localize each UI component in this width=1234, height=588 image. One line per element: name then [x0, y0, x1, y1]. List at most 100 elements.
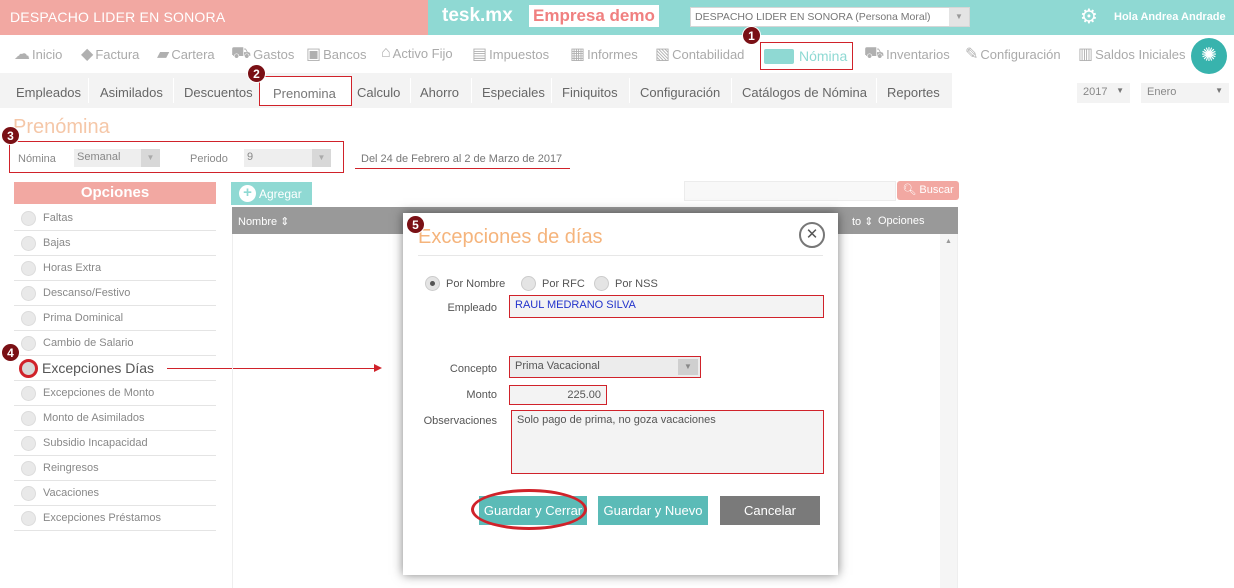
option-monto-asimilados[interactable]: Monto de Asimilados: [14, 406, 216, 431]
subnav-catalogos[interactable]: Catálogos de Nómina: [742, 85, 867, 100]
radio[interactable]: [21, 285, 36, 301]
radio[interactable]: [19, 358, 38, 378]
option-bajas[interactable]: Bajas: [14, 231, 216, 256]
safe-icon: ▣: [306, 46, 322, 63]
step-marker-5: 5: [406, 215, 425, 234]
option-label: Descanso/Festivo: [43, 287, 131, 299]
subnav-prenomina[interactable]: Prenomina: [259, 76, 352, 106]
nav-label: Inicio: [32, 46, 63, 62]
sort-icon: ⇕: [280, 216, 290, 228]
concepto-select[interactable]: Prima Vacacional ▼: [509, 356, 701, 378]
nomina-select[interactable]: Semanal ▼: [74, 149, 160, 167]
nav-impuestos[interactable]: ▤ Impuestos: [472, 44, 549, 64]
radio-por-nombre[interactable]: Por Nombre: [425, 276, 505, 291]
periodo-select[interactable]: 9 ▼: [244, 149, 331, 167]
nav-activo-fijo[interactable]: ⌂ Activo Fijo: [381, 44, 453, 62]
filter-group: Nómina Semanal ▼ Periodo 9 ▼: [9, 141, 344, 173]
dolly-icon: ⛟: [864, 45, 885, 62]
briefcase-icon: ▤: [472, 46, 488, 63]
nav-gastos[interactable]: ⛟ Gastos: [231, 44, 294, 64]
nav-informes[interactable]: ▦ Informes: [570, 44, 638, 64]
radio[interactable]: [21, 385, 36, 401]
option-subsidio-incapacidad[interactable]: Subsidio Incapacidad: [14, 431, 216, 456]
option-vacaciones[interactable]: Vacaciones: [14, 481, 216, 506]
divider: [88, 78, 89, 103]
calculator-icon: ▧: [655, 46, 671, 63]
nav-cartera[interactable]: ▰ Cartera: [157, 44, 215, 64]
nav-label: Configuración: [980, 46, 1061, 62]
save-new-button[interactable]: Guardar y Nuevo: [598, 496, 708, 525]
radio[interactable]: [21, 210, 36, 226]
radio-por-nss[interactable]: Por NSS: [594, 276, 658, 291]
subnav-asimilados[interactable]: Asimilados: [100, 85, 163, 100]
user-greeting[interactable]: Hola Andrea Andrade: [1114, 11, 1226, 23]
cloud-icon: ☁: [14, 46, 30, 63]
periodo-value: 9: [247, 151, 254, 163]
close-icon[interactable]: ✕: [799, 222, 825, 248]
radio[interactable]: [594, 276, 609, 291]
search-button[interactable]: 🔍︎ Buscar: [897, 181, 959, 200]
stack-icon: ▥: [1078, 46, 1094, 63]
radio[interactable]: [21, 335, 36, 351]
nav-saldos-iniciales[interactable]: ▥ Saldos Iniciales: [1078, 44, 1185, 64]
company-select[interactable]: DESPACHO LIDER EN SONORA (Persona Moral)…: [690, 7, 970, 27]
radio[interactable]: [21, 435, 36, 451]
radio[interactable]: [21, 460, 36, 476]
radio[interactable]: [425, 276, 440, 291]
option-faltas[interactable]: Faltas: [14, 206, 216, 231]
nav-configuracion[interactable]: ✎ Configuración: [965, 44, 1061, 64]
column-monto[interactable]: to ⇕: [852, 215, 873, 228]
option-reingresos[interactable]: Reingresos: [14, 456, 216, 481]
column-nombre[interactable]: Nombre ⇕: [238, 215, 289, 228]
option-label: Excepciones Préstamos: [43, 512, 161, 524]
search-input[interactable]: [684, 181, 896, 201]
step-marker-4: 4: [1, 343, 20, 362]
option-excepciones-monto[interactable]: Excepciones de Monto: [14, 381, 216, 406]
nav-factura[interactable]: ◆ Factura: [81, 44, 139, 64]
radio[interactable]: [21, 310, 36, 326]
brain-icon[interactable]: ✺: [1191, 38, 1227, 74]
radio[interactable]: [21, 235, 36, 251]
subnav-configuracion[interactable]: Configuración: [640, 85, 720, 100]
nav-inventarios[interactable]: ⛟ Inventarios: [864, 44, 950, 64]
wrench-icon: ✎: [965, 46, 979, 63]
radio[interactable]: [21, 510, 36, 526]
radio-label: Por NSS: [615, 277, 658, 290]
nav-bancos[interactable]: ▣ Bancos: [306, 44, 367, 64]
radio[interactable]: [21, 410, 36, 426]
gear-icon[interactable]: ⚙: [1080, 4, 1098, 29]
brand-logo[interactable]: tesk.mx: [442, 5, 513, 27]
observaciones-textarea[interactable]: Solo pago de prima, no goza vacaciones: [511, 410, 824, 474]
nav-contabilidad[interactable]: ▧ Contabilidad: [655, 44, 744, 64]
subnav-calculo[interactable]: Calculo: [357, 85, 400, 100]
scrollbar[interactable]: ▲: [940, 234, 957, 588]
plus-icon: +: [239, 185, 256, 202]
option-cambio-salario[interactable]: Cambio de Salario: [14, 331, 216, 356]
company-select-value: DESPACHO LIDER EN SONORA (Persona Moral): [695, 11, 931, 23]
subnav-finiquitos[interactable]: Finiquitos: [562, 85, 618, 100]
year-select[interactable]: 2017 ▼: [1077, 83, 1130, 103]
option-descanso-festivo[interactable]: Descanso/Festivo: [14, 281, 216, 306]
radio[interactable]: [21, 260, 36, 276]
radio-por-rfc[interactable]: Por RFC: [521, 276, 585, 291]
option-excepciones-prestamos[interactable]: Excepciones Préstamos: [14, 506, 216, 531]
empleado-label: Empleado: [447, 302, 497, 314]
nav-inicio[interactable]: ☁ Inicio: [14, 44, 62, 64]
cancel-button[interactable]: Cancelar: [720, 496, 820, 525]
radio[interactable]: [21, 485, 36, 501]
subnav-empleados[interactable]: Empleados: [16, 85, 81, 100]
subnav-descuentos[interactable]: Descuentos: [184, 85, 253, 100]
concepto-value: Prima Vacacional: [515, 360, 600, 372]
radio[interactable]: [521, 276, 536, 291]
option-prima-dominical[interactable]: Prima Dominical: [14, 306, 216, 331]
empleado-field[interactable]: RAUL MEDRANO SILVA: [509, 295, 824, 318]
scroll-up-icon[interactable]: ▲: [945, 238, 952, 245]
option-horas-extra[interactable]: Horas Extra: [14, 256, 216, 281]
monto-field[interactable]: 225.00: [509, 385, 607, 405]
month-select[interactable]: Enero ▼: [1141, 83, 1229, 103]
subnav-ahorro[interactable]: Ahorro: [420, 85, 459, 100]
subnav-especiales[interactable]: Especiales: [482, 85, 545, 100]
add-button[interactable]: + Agregar: [231, 182, 312, 205]
concepto-label: Concepto: [449, 363, 497, 375]
subnav-reportes[interactable]: Reportes: [887, 85, 940, 100]
